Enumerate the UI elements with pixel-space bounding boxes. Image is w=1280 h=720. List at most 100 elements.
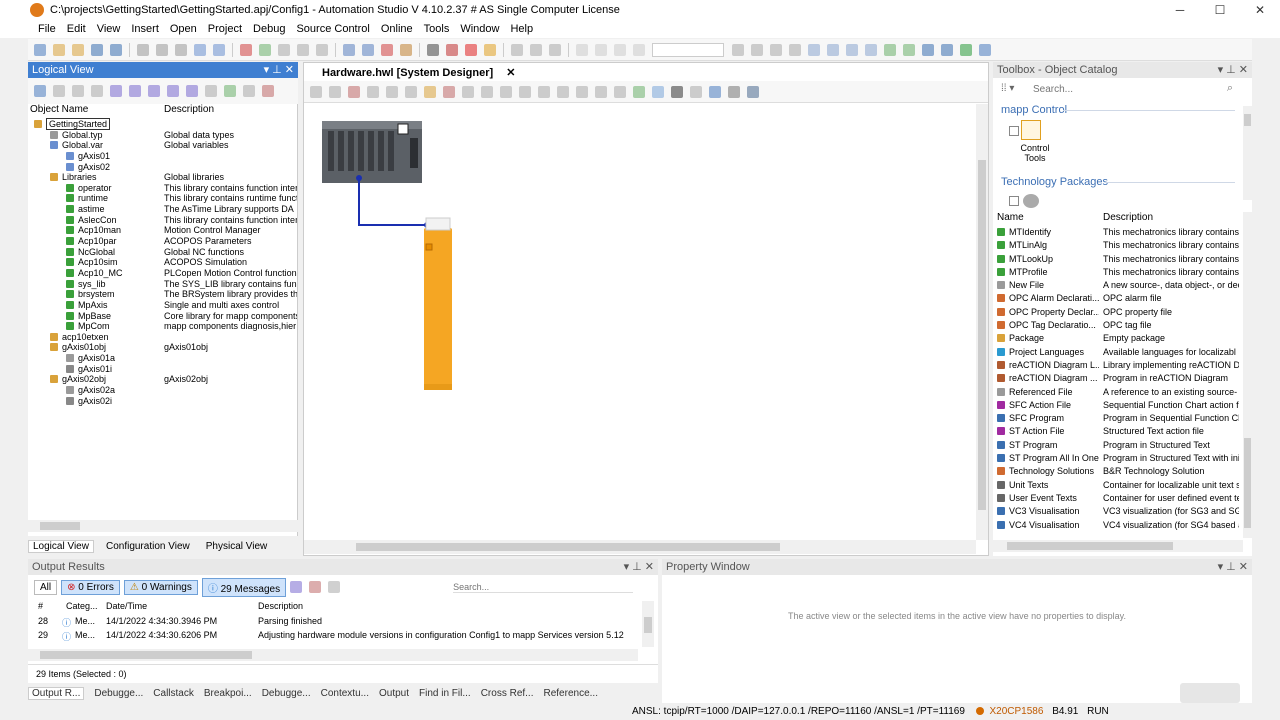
tree-item[interactable]: gAxis01obj gAxis01obj — [28, 342, 298, 353]
acopos-drive-module[interactable] — [424, 217, 452, 390]
designer-tool-icon[interactable] — [633, 85, 645, 98]
align-icon[interactable] — [614, 85, 626, 98]
output-tool-icon[interactable] — [290, 581, 303, 593]
tab-reference[interactable]: Reference... — [544, 688, 598, 699]
copy-icon[interactable] — [156, 43, 168, 56]
catalog-item[interactable]: OPC Property Declar... OPC property file — [993, 306, 1243, 319]
filter-errors-button[interactable]: ⊗ 0 Errors — [61, 579, 120, 595]
catalog-item[interactable]: ST Action File Structured Text action fil… — [993, 425, 1243, 438]
open-folder-icon[interactable] — [72, 43, 84, 56]
tree-item[interactable]: gAxis02obj gAxis02obj — [28, 374, 298, 385]
tree-item[interactable]: Acp10man Motion Control Manager — [28, 225, 298, 236]
designer-tool-icon[interactable] — [348, 85, 360, 98]
object-icon[interactable] — [53, 85, 65, 97]
minimize-button[interactable]: ─ — [1160, 3, 1200, 17]
paste-icon[interactable] — [175, 43, 187, 56]
delete-icon[interactable] — [240, 43, 252, 56]
tree-item[interactable]: MpBase Core library for mapp components — [28, 311, 298, 322]
column-name[interactable]: Name — [997, 212, 1024, 223]
category-technology-packages[interactable]: Technology Packages — [1001, 176, 1108, 188]
output-search-input[interactable] — [453, 581, 634, 593]
replace-icon[interactable] — [297, 43, 309, 56]
align-icon[interactable] — [595, 85, 607, 98]
menu-help[interactable]: Help — [510, 23, 533, 35]
catalog-item[interactable]: Technology Solutions B&R Technology Solut… — [993, 465, 1243, 478]
tree-item[interactable]: astime The AsTime Library supports DA — [28, 204, 298, 215]
clear-icon[interactable] — [309, 581, 322, 593]
tree-item[interactable]: runtime This library contains runtime fun… — [28, 193, 298, 204]
lock-icon[interactable] — [424, 85, 436, 98]
output-tool-icon[interactable] — [328, 581, 341, 593]
tab-close-icon[interactable]: ✕ — [506, 67, 515, 79]
tab-debugger[interactable]: Debugge... — [94, 688, 143, 699]
output-vscrollbar[interactable] — [642, 601, 654, 647]
tree-item[interactable]: gAxis02i — [28, 396, 298, 407]
menu-insert[interactable]: Insert — [131, 23, 159, 35]
object-icon[interactable] — [224, 85, 236, 97]
debug-icon[interactable] — [446, 43, 458, 56]
breakpoint-icon[interactable] — [732, 43, 744, 56]
align-icon[interactable] — [576, 85, 588, 98]
tab-hardware-hwl[interactable]: Hardware.hwl [System Designer] ✕ — [308, 65, 515, 81]
tree-item[interactable]: MpAxis Single and multi axes control — [28, 300, 298, 311]
catalog-item[interactable]: ST Program All In One Program in Structur… — [993, 452, 1243, 465]
column-number[interactable]: # — [38, 601, 43, 611]
tab-callstack[interactable]: Callstack — [153, 688, 194, 699]
object-icon[interactable] — [205, 85, 217, 97]
catalog-item[interactable]: OPC Tag Declaratio... OPC tag file — [993, 319, 1243, 332]
build-icon[interactable] — [343, 43, 355, 56]
canvas-vscrollbar[interactable] — [976, 104, 988, 540]
column-description[interactable]: Description — [164, 104, 214, 118]
power-icon[interactable] — [465, 43, 477, 56]
designer-tool-icon[interactable] — [690, 85, 702, 98]
step-over-icon[interactable] — [770, 43, 782, 56]
column-description[interactable]: Description — [1103, 212, 1153, 223]
panel-controls[interactable]: ▾ ⊥ ✕ — [1218, 559, 1248, 575]
properties-icon[interactable] — [316, 43, 328, 56]
designer-tool-icon[interactable] — [747, 85, 759, 98]
menu-tools[interactable]: Tools — [424, 23, 450, 35]
move-down-icon[interactable] — [865, 43, 877, 56]
close-button[interactable]: ✕ — [1240, 3, 1280, 17]
tree-item[interactable]: Global.typ Global data types — [28, 130, 298, 141]
monitor-icon[interactable] — [427, 43, 439, 56]
catalog-item[interactable]: MTProfile This mechatronics library conta… — [993, 266, 1243, 279]
help-icon[interactable] — [979, 43, 991, 56]
undo-icon[interactable] — [194, 43, 206, 56]
designer-tool-icon[interactable] — [367, 85, 379, 98]
catalog-item[interactable]: MTLookUp This mechatronics library contai… — [993, 253, 1243, 266]
column-category[interactable]: Categ... — [66, 601, 98, 611]
menu-view[interactable]: View — [97, 23, 121, 35]
catalog-item[interactable]: Unit Texts Container for localizable unit… — [993, 479, 1243, 492]
tree-item[interactable]: NcGlobal Global NC functions — [28, 247, 298, 258]
object-icon[interactable] — [167, 85, 179, 97]
designer-tool-icon[interactable] — [728, 85, 740, 98]
object-icon[interactable] — [91, 85, 103, 97]
tree-item[interactable]: acp10etxen — [28, 332, 298, 343]
save-all-icon[interactable] — [110, 43, 122, 56]
tree-item[interactable]: brsystem The BRSystem library provides th — [28, 289, 298, 300]
tab-debugger-2[interactable]: Debugge... — [262, 688, 311, 699]
menu-source-control[interactable]: Source Control — [296, 23, 369, 35]
catalog-item[interactable]: Project Languages Available languages for… — [993, 346, 1243, 359]
globe-icon[interactable] — [960, 43, 972, 56]
designer-tool-icon[interactable] — [443, 85, 455, 98]
tree-item[interactable]: gAxis01i — [28, 364, 298, 375]
toolbox-search-input[interactable] — [1033, 83, 1213, 95]
tree-item[interactable]: AslecCon This library contains function i… — [28, 215, 298, 226]
hardware-canvas[interactable] — [304, 104, 976, 540]
redo-icon[interactable] — [213, 43, 225, 56]
transfer-icon[interactable] — [400, 43, 412, 56]
object-icon[interactable] — [148, 85, 160, 97]
tab-output[interactable]: Output — [379, 688, 409, 699]
tree-item[interactable]: Global.var Global variables — [28, 140, 298, 151]
object-icon[interactable] — [110, 85, 122, 97]
object-icon[interactable] — [262, 85, 274, 97]
catalog-item[interactable]: MTLinAlg This mechatronics library contai… — [993, 239, 1243, 252]
list-icon[interactable] — [903, 43, 915, 56]
tree-item[interactable]: Acp10_MC PLCopen Motion Control function … — [28, 268, 298, 279]
catalog-item[interactable]: MTIdentify This mechatronics library cont… — [993, 226, 1243, 239]
tab-configuration-view[interactable]: Configuration View — [102, 541, 194, 552]
catalog-item[interactable]: Referenced File A reference to an existin… — [993, 386, 1243, 399]
checkbox[interactable] — [1009, 196, 1019, 206]
